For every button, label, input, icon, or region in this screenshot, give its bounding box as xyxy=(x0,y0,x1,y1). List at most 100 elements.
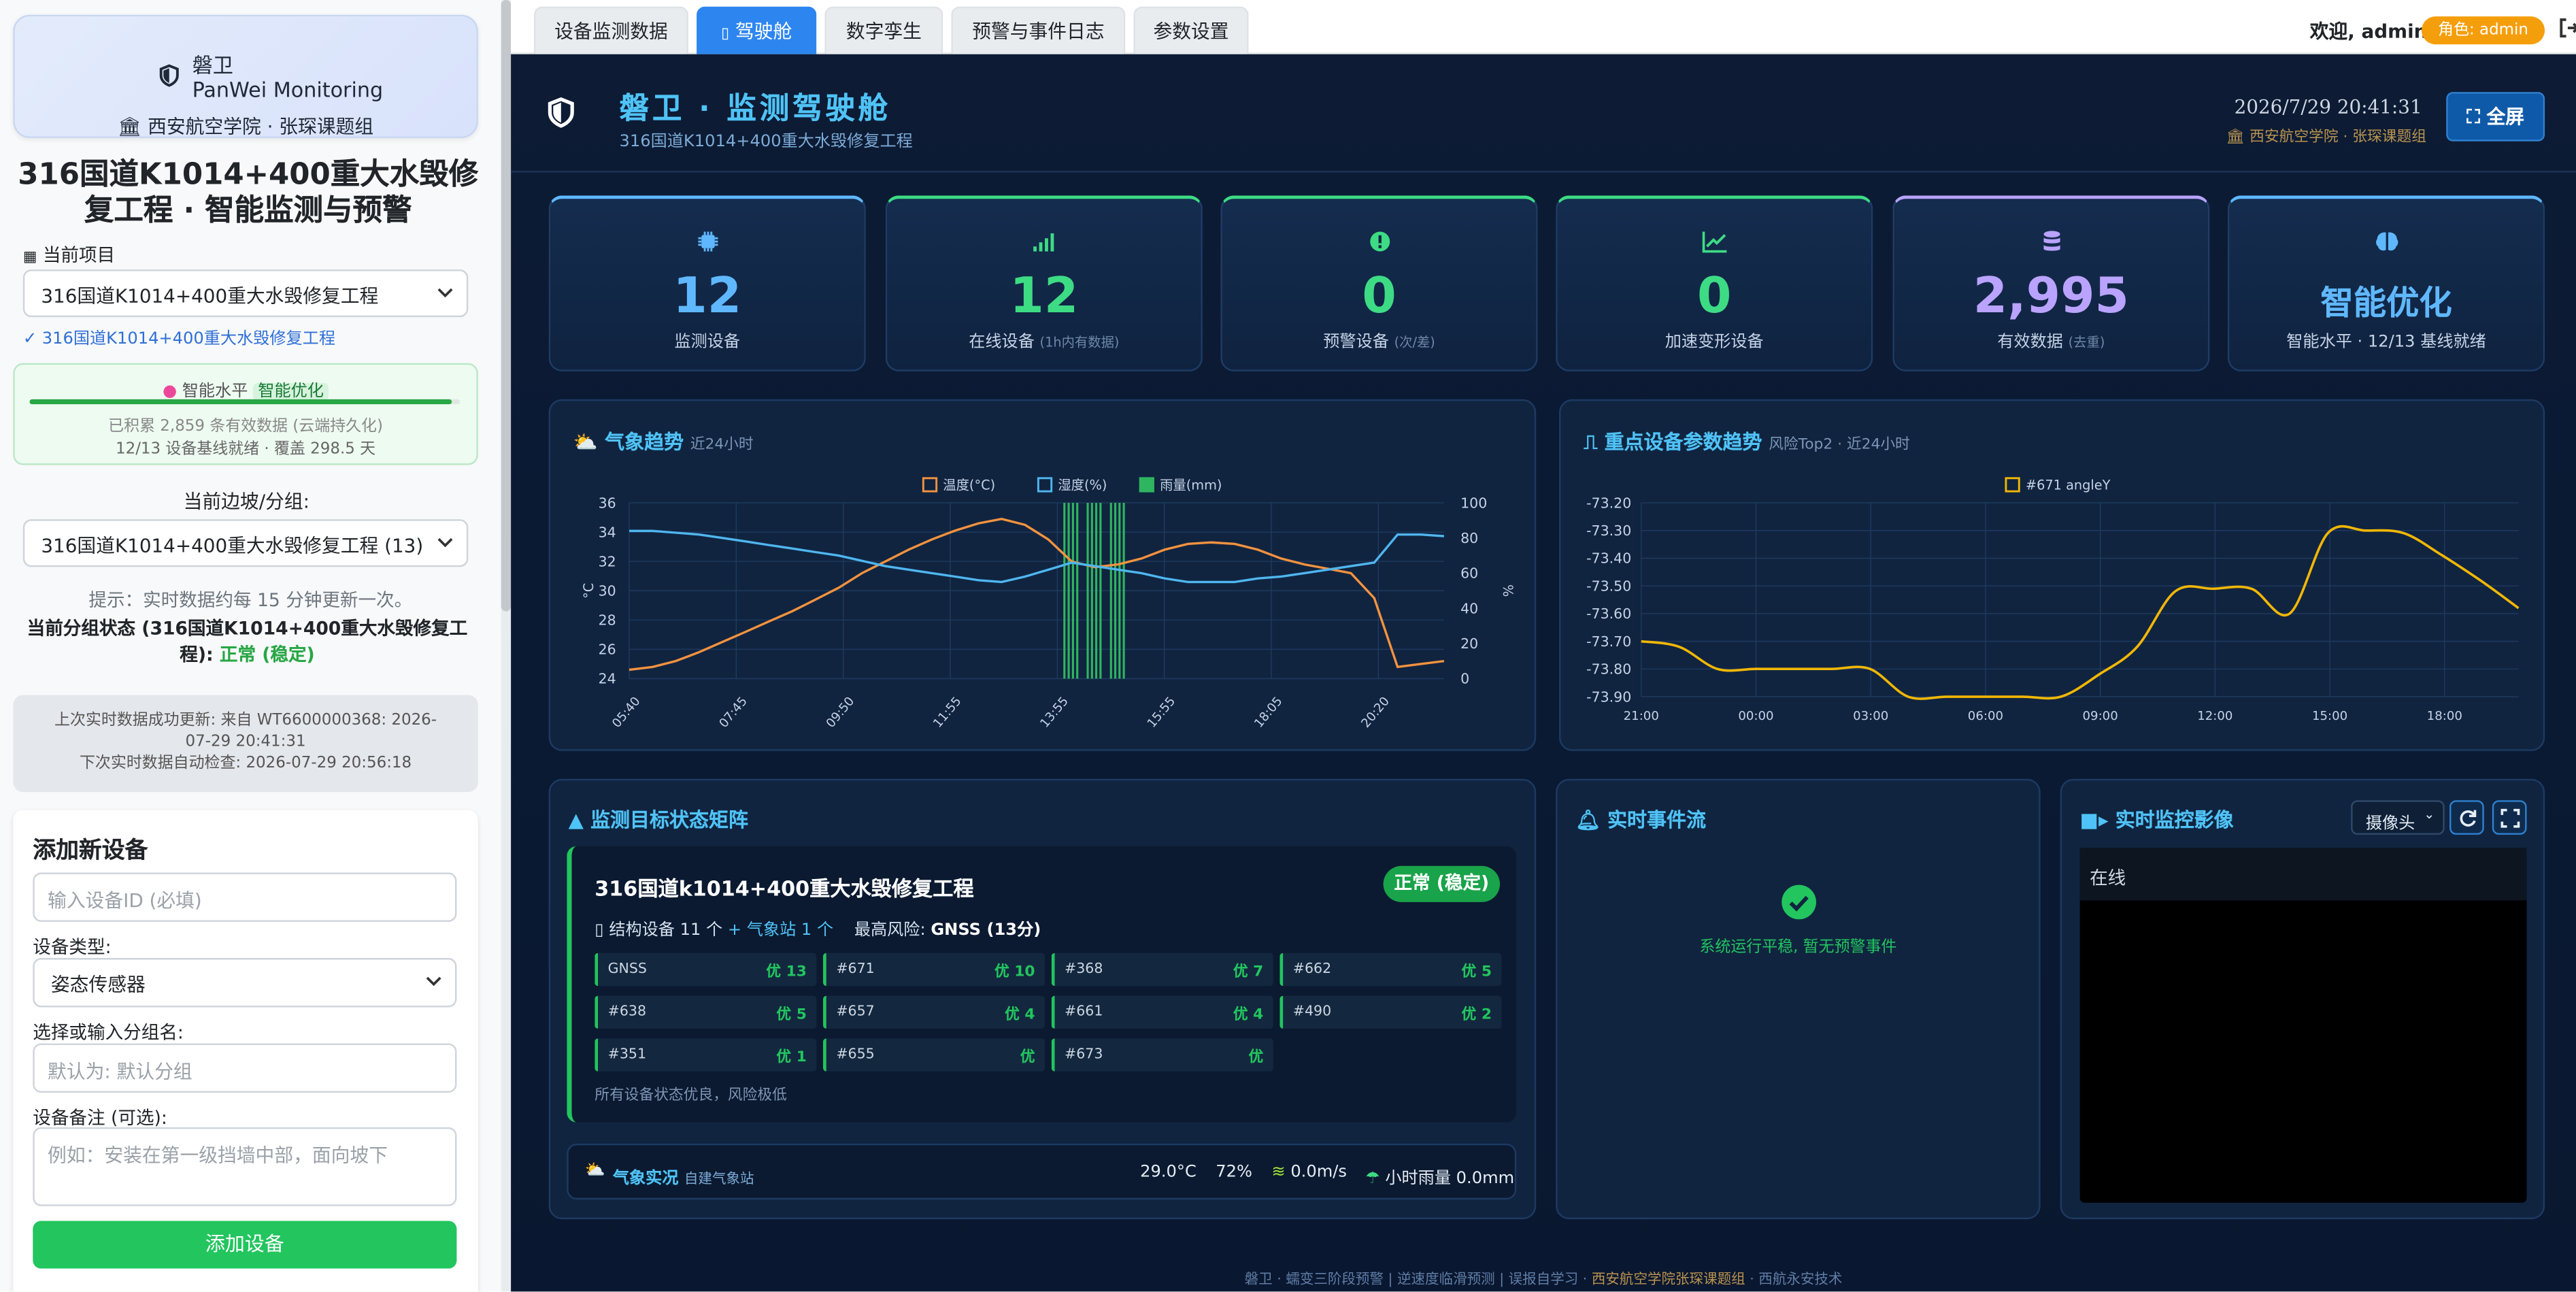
rain-bar xyxy=(1076,503,1079,679)
device-rating: 优 xyxy=(1248,1050,1264,1067)
legend-swatch xyxy=(1037,477,1053,493)
device-cell[interactable]: #657 优 4 xyxy=(823,995,1046,1029)
y-tick-right: 20 xyxy=(1460,635,1478,652)
tab-settings[interactable]: 参数设置 xyxy=(1133,6,1249,54)
kpi-value: 2,995 xyxy=(1973,267,2129,326)
project-select[interactable]: 316国道K1014+400重大水毁修复工程 xyxy=(22,269,469,318)
tab-cockpit[interactable]: ▯ 驾驶舱 xyxy=(697,6,817,54)
sidebar-scrollbar-thumb[interactable] xyxy=(501,0,512,612)
legend-swatch xyxy=(922,477,938,493)
tab-alert-log[interactable]: 预警与事件日志 xyxy=(951,6,1126,54)
smart-progress-fill xyxy=(29,399,452,405)
camera-select[interactable]: 摄像头 ⌄ xyxy=(2351,800,2445,835)
legend-label: 雨量(mm) xyxy=(1160,478,1222,493)
device-cell[interactable]: #351 优 1 xyxy=(595,1038,817,1072)
update-hint: 提示：实时数据约每 15 分钟更新一次。 xyxy=(88,590,413,612)
chip-icon xyxy=(697,231,718,252)
device-type-select[interactable]: 姿态传感器 xyxy=(33,958,457,1008)
legend-label: 湿度(%) xyxy=(1058,478,1107,493)
x-tick: 15:55 xyxy=(1145,694,1179,730)
device-cell[interactable]: #655 优 xyxy=(823,1038,1046,1072)
refresh-camera-button[interactable] xyxy=(2449,800,2484,835)
signal-icon xyxy=(1032,233,1054,252)
device-note-textarea[interactable]: 例如：安装在第一级挡墙中部，面向坡下 xyxy=(33,1127,457,1206)
shield-icon xyxy=(159,64,179,87)
brand-org: 🏛 西安航空学院 · 张琛课题组 xyxy=(117,115,374,138)
device-cell[interactable]: #673 优 xyxy=(1051,1038,1273,1072)
device-id: #662 xyxy=(1292,961,1332,978)
x-tick: 09:00 xyxy=(2083,709,2118,723)
dashboard-footer: 磐卫 · 蠕变三阶段预警 | 逆速度临滑预测 | 误报自学习 · 西安航空学院张… xyxy=(1244,1272,1843,1289)
camera-view[interactable]: 在线 xyxy=(2079,848,2527,1203)
rain-bar xyxy=(1095,503,1098,679)
device-cell[interactable]: #638 优 5 xyxy=(595,995,817,1029)
y-tick-left: 36 xyxy=(599,495,616,511)
y-tick-right: 80 xyxy=(1460,530,1478,546)
device-cell[interactable]: #662 优 5 xyxy=(1279,953,1502,987)
group-name-input[interactable]: 默认为: 默认分组 xyxy=(33,1043,457,1093)
fullscreen-button[interactable]: ⛶ 全屏 xyxy=(2446,92,2545,142)
expand-camera-button[interactable] xyxy=(2492,800,2527,835)
device-rating: 优 4 xyxy=(1233,1007,1264,1024)
mobile-icon: ▯ xyxy=(721,26,730,43)
rain-bar xyxy=(1122,503,1125,679)
bank-icon: 🏛 xyxy=(117,115,142,138)
chevron-down-icon xyxy=(437,537,453,548)
kpi-label: 智能水平 · 12/13 基线就绪 xyxy=(2286,333,2486,352)
device-id: #657 xyxy=(836,1004,875,1021)
device-rating: 优 4 xyxy=(1005,1007,1035,1024)
device-cell[interactable]: #490 优 2 xyxy=(1279,995,1502,1029)
group-status: 当前分组状态 (316国道K1014+400重大水毁修复工程): 正常 (稳定) xyxy=(27,618,468,666)
target-info: ▯ 结构设备 11 个 + 气象站 1 个 最高风险: GNSS (13分) xyxy=(595,921,1041,940)
tab-digital-twin[interactable]: 数字孪生 xyxy=(824,6,943,54)
no-events-text: 系统运行平稳, 暂无预警事件 xyxy=(1699,938,1897,957)
tab-device-data[interactable]: 设备监测数据 xyxy=(533,6,688,54)
rain-bar xyxy=(1099,503,1102,679)
cloud-sun-icon: ⛅ xyxy=(584,1161,605,1180)
brain-icon: ● xyxy=(162,382,178,401)
y-tick-left: 28 xyxy=(599,612,616,629)
logout-icon[interactable] xyxy=(2558,16,2576,39)
group-select[interactable]: 316国道K1014+400重大水毁修复工程 (13) xyxy=(22,519,469,567)
expand-icon: ⛶ xyxy=(2466,105,2480,129)
device-cell[interactable]: #661 优 4 xyxy=(1051,995,1273,1029)
weather-wind: ≋ 0.0m/s xyxy=(1271,1163,1347,1182)
dashboard-header: 磐卫 · 监测驾驶舱 316国道K1014+400重大水毁修复工程 2026/7… xyxy=(511,54,2576,173)
y-tick: -73.50 xyxy=(1586,578,1631,594)
smart-level-line: ● 智能水平 智能优化 xyxy=(15,376,477,401)
last-update-box: 上次实时数据成功更新: 来自 WT6600000368: 2026-07-29 … xyxy=(13,695,478,793)
device-cell[interactable]: #671 优 10 xyxy=(823,953,1046,987)
x-tick: 07:45 xyxy=(716,694,750,730)
status-matrix-title: ▲ 监测目标状态矩阵 xyxy=(568,808,748,832)
y-axis-label-left: °C xyxy=(581,583,597,599)
matrix-footer: 所有设备状态优良，风险极低 xyxy=(595,1087,787,1105)
device-cell[interactable]: #368 优 7 xyxy=(1051,953,1273,987)
y-tick: -73.80 xyxy=(1586,661,1631,678)
project-title: 316国道K1014+400重大水毁修复工程 · 智能监测与预警 xyxy=(18,157,479,229)
last-update-text: 上次实时数据成功更新: 来自 WT6600000368: 2026-07-29 … xyxy=(54,711,437,751)
add-device-button[interactable]: 添加设备 xyxy=(33,1221,457,1269)
y-tick: -73.60 xyxy=(1586,606,1631,622)
x-tick: 11:55 xyxy=(931,694,965,730)
bell-icon: 🔔︎ xyxy=(1575,808,1601,832)
y-tick: -73.90 xyxy=(1586,689,1631,705)
event-stream-panel: 🔔︎ 实时事件流 系统运行平稳, 暂无预警事件 xyxy=(1556,778,2041,1220)
event-stream-title: 🔔︎ 实时事件流 xyxy=(1575,808,1707,832)
target-status-card[interactable]: 316国道k1014+400重大水毁修复工程 正常 (稳定) ▯ 结构设备 11… xyxy=(567,846,1517,1123)
weather-now-title: 气象实况 自建气象站 xyxy=(612,1170,754,1189)
rain-icon: ☂ xyxy=(1365,1170,1380,1189)
project-confirm: ✓ 316国道K1014+400重大水毁修复工程 xyxy=(22,330,335,349)
rain-bar xyxy=(1109,503,1112,679)
smart-progress-bar xyxy=(29,399,461,405)
add-device-title: 添加新设备 xyxy=(33,838,148,865)
chevron-down-icon xyxy=(437,288,453,298)
device-type-label: 设备类型: xyxy=(33,936,112,959)
dashboard-datetime: 2026/7/29 20:41:31 xyxy=(2234,95,2422,118)
kpi-label: 预警设备 (次/差) xyxy=(1323,333,1435,352)
weather-rain: ☂ 小时雨量 0.0mm xyxy=(1365,1170,1515,1189)
expand-icon xyxy=(2500,808,2520,828)
chevron-down-icon xyxy=(426,976,441,987)
device-cell[interactable]: GNSS 优 13 xyxy=(595,953,817,987)
device-id: #638 xyxy=(607,1004,647,1021)
device-id-input[interactable]: 输入设备ID (必填) xyxy=(33,872,457,922)
